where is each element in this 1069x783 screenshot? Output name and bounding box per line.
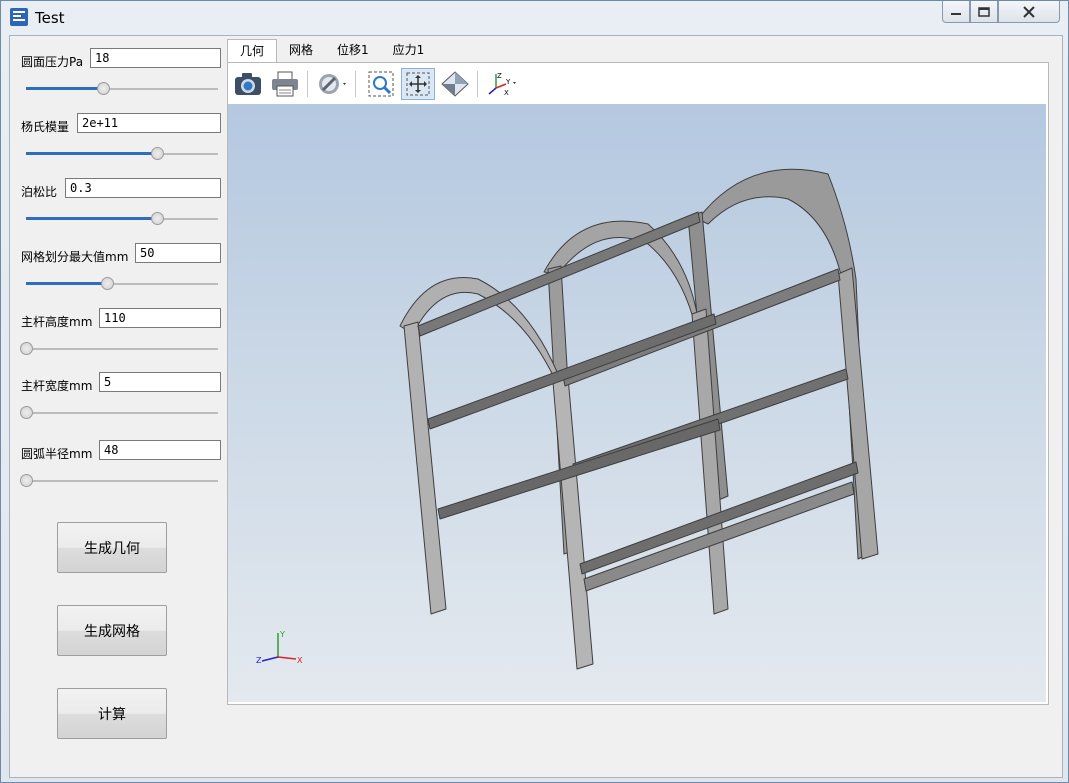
generate-mesh-button[interactable]: 生成网格 — [57, 605, 167, 656]
slider-thumb[interactable] — [100, 277, 114, 290]
display-mode-icon — [319, 73, 346, 94]
tab-stress[interactable]: 应力1 — [381, 39, 437, 61]
screenshot-button[interactable] — [231, 68, 265, 100]
close-button[interactable] — [998, 1, 1060, 23]
zoom-box-icon — [368, 71, 394, 96]
youngs-modulus-input[interactable] — [77, 113, 221, 133]
print-button[interactable] — [268, 68, 302, 100]
app-window: Test 圆面压力Pa 杨氏模量 泊松比 — [0, 0, 1069, 783]
restore-icon — [978, 6, 990, 17]
param-label: 主杆高度mm — [21, 315, 93, 329]
toolbar-separator — [355, 70, 356, 97]
tab-displacement[interactable]: 位移1 — [325, 39, 381, 61]
triad-x-label: X — [297, 656, 303, 665]
triad-z-label: Z — [256, 656, 262, 665]
slider-thumb[interactable] — [20, 474, 33, 487]
param-label: 泊松比 — [21, 185, 58, 199]
axis-y-label: Y — [505, 78, 511, 86]
youngs-modulus-slider[interactable] — [26, 147, 218, 161]
print-icon — [272, 71, 298, 96]
pressure-input[interactable] — [90, 48, 221, 68]
zoom-box-button[interactable] — [364, 68, 398, 100]
toolbar-separator — [307, 70, 308, 97]
tab-bar: 几何 网格 位移1 应力1 — [227, 39, 436, 63]
slider-thumb[interactable] — [150, 212, 164, 225]
display-mode-button[interactable] — [316, 68, 350, 100]
tab-mesh[interactable]: 网格 — [277, 39, 325, 61]
title-bar[interactable]: Test — [1, 1, 1068, 34]
param-label: 圆弧半径mm — [21, 447, 93, 461]
window-title: Test — [35, 9, 65, 27]
generate-geometry-button[interactable]: 生成几何 — [57, 522, 167, 573]
axis-z-label: Z — [497, 72, 502, 80]
param-rod-width: 主杆宽度mm — [20, 372, 228, 432]
slider-thumb[interactable] — [150, 147, 164, 160]
app-icon — [10, 8, 28, 26]
rod-width-input[interactable] — [99, 372, 221, 392]
param-youngs-modulus: 杨氏模量 — [20, 113, 228, 173]
param-mesh-max: 网格划分最大值mm — [20, 243, 228, 303]
param-rod-height: 主杆高度mm — [20, 308, 228, 368]
param-poisson-ratio: 泊松比 — [20, 178, 228, 238]
axis-x-label: X — [504, 89, 509, 97]
rod-height-slider[interactable] — [20, 342, 218, 356]
poisson-ratio-slider[interactable] — [26, 212, 218, 226]
poisson-ratio-input[interactable] — [65, 178, 221, 198]
param-label: 网格划分最大值mm — [21, 250, 129, 264]
slider-thumb[interactable] — [20, 342, 33, 355]
axis-view-button[interactable]: Z Y X — [486, 68, 520, 100]
minimize-icon — [951, 12, 961, 15]
view-cube-button[interactable] — [438, 68, 472, 100]
rod-height-input[interactable] — [99, 308, 221, 328]
slider-thumb[interactable] — [20, 406, 33, 419]
viewer-panel: Z Y X Y X Z — [227, 62, 1049, 705]
param-label: 杨氏模量 — [21, 120, 70, 134]
close-icon — [1023, 5, 1035, 18]
minimize-button[interactable] — [942, 1, 970, 23]
param-label: 圆面压力Pa — [21, 55, 84, 69]
fit-all-button[interactable] — [401, 67, 435, 100]
fit-all-icon — [406, 72, 430, 95]
maximize-button[interactable] — [970, 1, 998, 23]
tab-geometry[interactable]: 几何 — [227, 39, 278, 63]
param-label: 主杆宽度mm — [21, 379, 93, 393]
client-area: 圆面压力Pa 杨氏模量 泊松比 网格划分最大值mm 主杆高度mm 主杆宽度mm — [9, 35, 1063, 778]
triad-y-label: Y — [279, 630, 285, 639]
view-cube-icon — [441, 70, 469, 97]
pressure-slider[interactable] — [26, 82, 218, 96]
axis-view-icon: Z Y X — [488, 72, 516, 97]
axis-triad-icon: Y X Z — [256, 630, 303, 665]
3d-canvas[interactable]: Y X Z — [228, 104, 1046, 702]
viewer-toolbar: Z Y X — [228, 63, 1046, 104]
mesh-max-input[interactable] — [135, 243, 221, 263]
param-pressure: 圆面压力Pa — [20, 48, 228, 108]
rod-width-slider[interactable] — [20, 406, 218, 420]
arc-radius-input[interactable] — [99, 440, 221, 460]
param-arc-radius: 圆弧半径mm — [20, 440, 228, 500]
camera-icon — [235, 72, 261, 95]
geometry-model — [399, 168, 879, 670]
compute-button[interactable]: 计算 — [57, 688, 167, 739]
slider-thumb[interactable] — [96, 82, 110, 95]
toolbar-separator — [477, 70, 478, 97]
arc-radius-slider[interactable] — [20, 474, 218, 488]
mesh-max-slider[interactable] — [26, 277, 218, 291]
